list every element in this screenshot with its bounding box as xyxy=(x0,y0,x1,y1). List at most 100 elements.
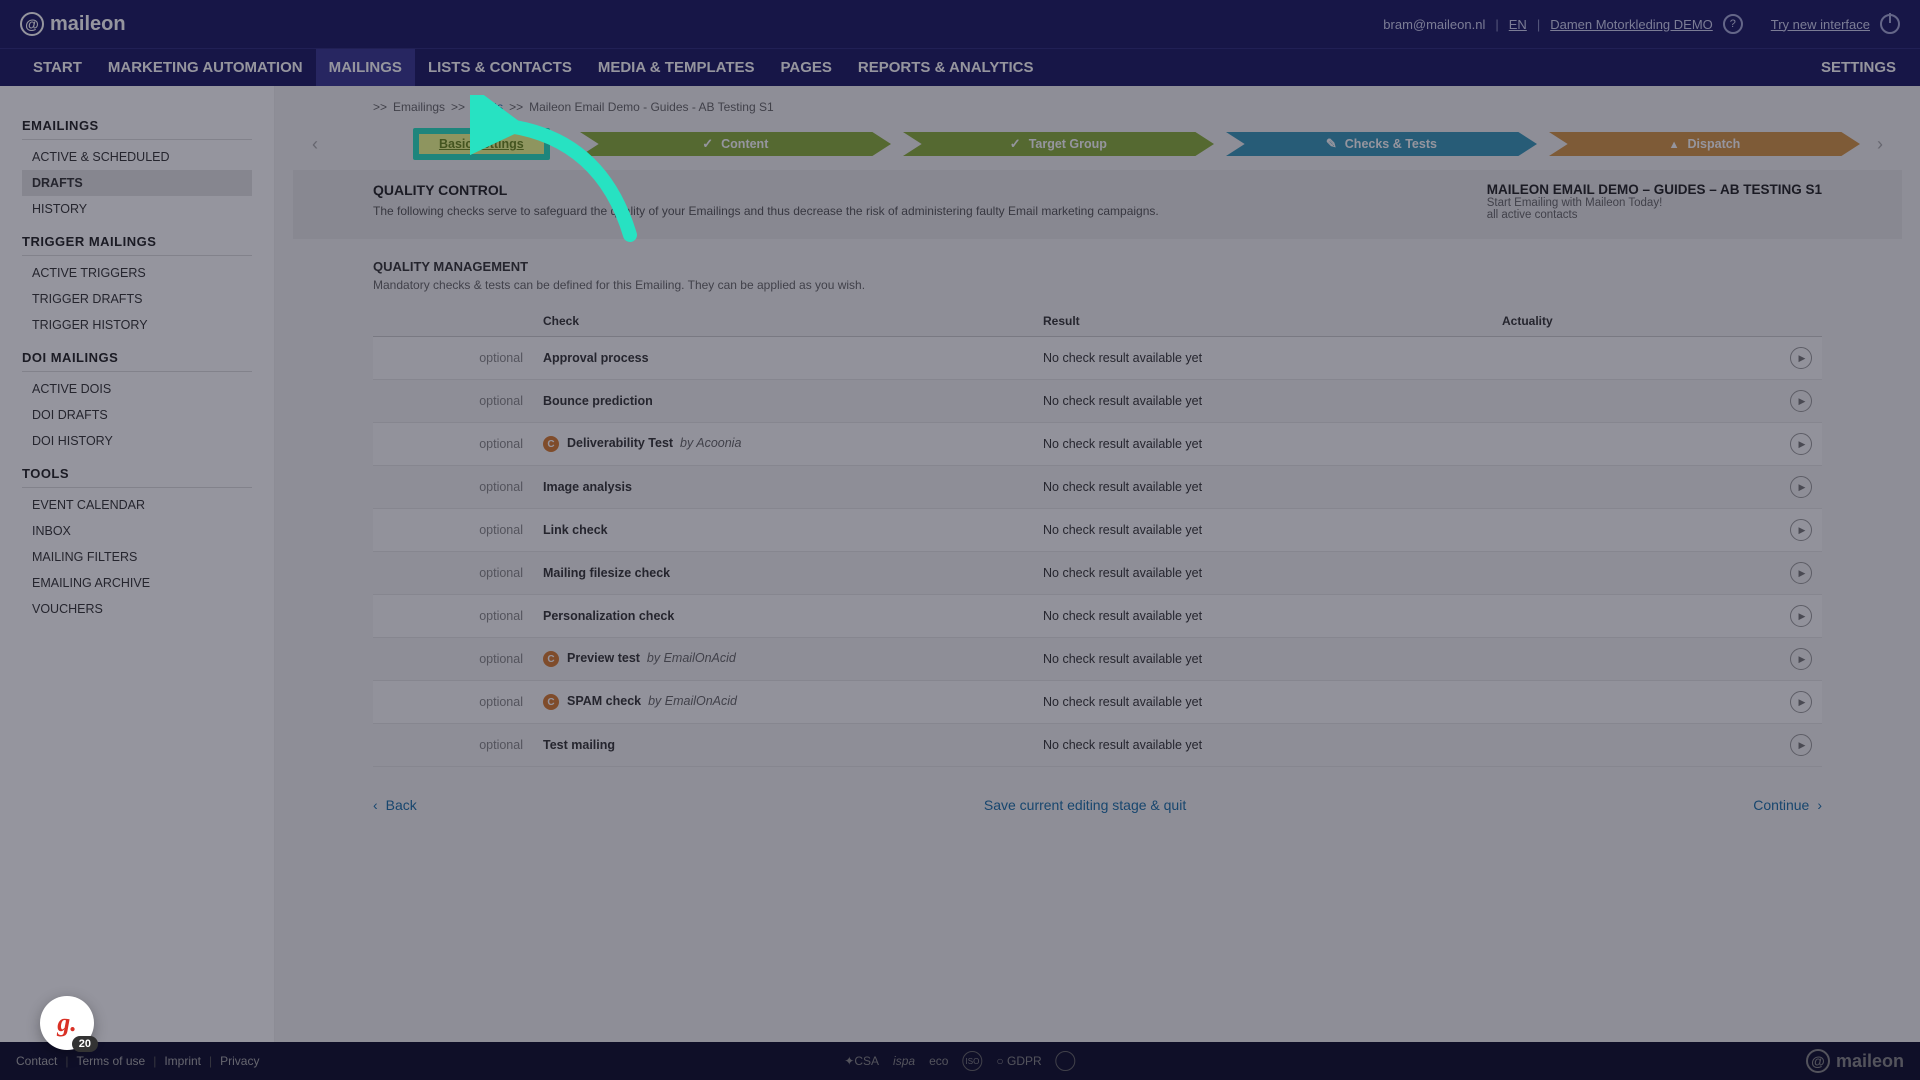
nav-pages[interactable]: PAGES xyxy=(768,49,845,86)
step-dispatch[interactable]: Dispatch xyxy=(1549,132,1860,156)
save-quit-button[interactable]: Save current editing stage & quit xyxy=(984,797,1186,813)
footer-contact[interactable]: Contact xyxy=(16,1054,57,1068)
table-row: optionalPersonalization checkNo check re… xyxy=(373,595,1822,638)
run-check-button[interactable] xyxy=(1790,562,1812,584)
optional-label: optional xyxy=(373,423,533,466)
step-basic-settings[interactable]: Basic settings xyxy=(413,128,550,160)
main-nav: START MARKETING AUTOMATION MAILINGS LIST… xyxy=(0,48,1920,86)
user-email: bram@maileon.nl xyxy=(1383,17,1485,32)
check-result: No check result available yet xyxy=(1033,681,1492,724)
page: EMAILINGS ACTIVE & SCHEDULED DRAFTS HIST… xyxy=(0,86,1920,1042)
table-row: optionalBounce predictionNo check result… xyxy=(373,380,1822,423)
side-heading-trigger: TRIGGER MAILINGS xyxy=(22,222,252,256)
panel-header: QUALITY CONTROL The following checks ser… xyxy=(293,170,1902,239)
cert-ispa: ispa xyxy=(893,1054,915,1068)
sidebar-item-active-dois[interactable]: ACTIVE DOIS xyxy=(22,376,252,402)
run-check-button[interactable] xyxy=(1790,476,1812,498)
nav-start[interactable]: START xyxy=(20,49,95,86)
check-icon xyxy=(1010,136,1021,152)
step-basic-settings-label[interactable]: Basic settings xyxy=(439,137,524,151)
sidebar-item-active-triggers[interactable]: ACTIVE TRIGGERS xyxy=(22,260,252,286)
nav-mailings[interactable]: MAILINGS xyxy=(316,49,415,86)
quality-management: QUALITY MANAGEMENT Mandatory checks & te… xyxy=(293,259,1902,767)
lang-link[interactable]: EN xyxy=(1509,17,1527,32)
run-check-button[interactable] xyxy=(1790,605,1812,627)
account-link[interactable]: Damen Motorkleding DEMO xyxy=(1550,17,1713,32)
cert-eco: eco xyxy=(929,1054,948,1068)
check-name: Personalization check xyxy=(533,595,1033,638)
nav-media[interactable]: MEDIA & TEMPLATES xyxy=(585,49,768,86)
cost-badge-icon: C xyxy=(543,651,559,667)
grammarly-badge[interactable]: g.20 xyxy=(40,996,94,1050)
sidebar-item-history[interactable]: HISTORY xyxy=(22,196,252,222)
nav-reports[interactable]: REPORTS & ANALYTICS xyxy=(845,49,1047,86)
logo-icon: @ xyxy=(20,12,44,36)
warning-icon xyxy=(1669,137,1680,151)
side-heading-doi: DOI MAILINGS xyxy=(22,338,252,372)
sidebar-item-trigger-drafts[interactable]: TRIGGER DRAFTS xyxy=(22,286,252,312)
step-target-group[interactable]: Target Group xyxy=(903,132,1214,156)
check-actuality xyxy=(1492,466,1772,509)
step-content[interactable]: Content xyxy=(580,132,891,156)
run-check-button[interactable] xyxy=(1790,433,1812,455)
table-row: optionalCDeliverability Test by AcooniaN… xyxy=(373,423,1822,466)
sidebar-item-emailing-archive[interactable]: EMAILING ARCHIVE xyxy=(22,570,252,596)
optional-label: optional xyxy=(373,509,533,552)
optional-label: optional xyxy=(373,552,533,595)
nav-lists[interactable]: LISTS & CONTACTS xyxy=(415,49,585,86)
step-next-arrow[interactable]: › xyxy=(1872,134,1888,155)
run-check-button[interactable] xyxy=(1790,734,1812,756)
side-heading-emailings: EMAILINGS xyxy=(22,106,252,140)
optional-label: optional xyxy=(373,466,533,509)
pencil-icon xyxy=(1326,136,1337,152)
content: >> Emailings >> Drafts >> Maileon Email … xyxy=(275,86,1920,1042)
run-check-button[interactable] xyxy=(1790,347,1812,369)
sidebar-item-inbox[interactable]: INBOX xyxy=(22,518,252,544)
sidebar-item-doi-history[interactable]: DOI HISTORY xyxy=(22,428,252,454)
power-icon[interactable] xyxy=(1880,14,1900,34)
sidebar-item-doi-drafts[interactable]: DOI DRAFTS xyxy=(22,402,252,428)
cert-gdpr: ○ GDPR xyxy=(996,1054,1041,1068)
logo-icon: @ xyxy=(1806,1049,1830,1073)
topbar: @ maileon bram@maileon.nl | EN | Damen M… xyxy=(0,0,1920,48)
sidebar-item-vouchers[interactable]: VOUCHERS xyxy=(22,596,252,622)
check-actuality xyxy=(1492,380,1772,423)
mailing-title: MAILEON EMAIL DEMO – GUIDES – AB TESTING… xyxy=(1487,182,1822,197)
run-check-button[interactable] xyxy=(1790,390,1812,412)
footer-terms[interactable]: Terms of use xyxy=(76,1054,145,1068)
run-check-button[interactable] xyxy=(1790,519,1812,541)
crumb-drafts[interactable]: Drafts xyxy=(471,100,503,114)
sidebar-item-trigger-history[interactable]: TRIGGER HISTORY xyxy=(22,312,252,338)
check-result: No check result available yet xyxy=(1033,509,1492,552)
mailing-subject: Start Emailing with Maileon Today! xyxy=(1487,197,1822,209)
crumb-emailings: Emailings xyxy=(393,100,445,114)
check-actuality xyxy=(1492,681,1772,724)
sidebar-item-event-calendar[interactable]: EVENT CALENDAR xyxy=(22,492,252,518)
continue-button[interactable]: Continue› xyxy=(1753,797,1822,813)
step-prev-arrow[interactable]: ‹ xyxy=(307,134,323,155)
nav-automation[interactable]: MARKETING AUTOMATION xyxy=(95,49,316,86)
sidebar-item-mailing-filters[interactable]: MAILING FILTERS xyxy=(22,544,252,570)
cost-badge-icon: C xyxy=(543,436,559,452)
sidebar-item-active-scheduled[interactable]: ACTIVE & SCHEDULED xyxy=(22,144,252,170)
brand-logo[interactable]: @ maileon xyxy=(20,12,126,36)
step-checks-tests[interactable]: Checks & Tests xyxy=(1226,132,1537,156)
check-result: No check result available yet xyxy=(1033,595,1492,638)
optional-label: optional xyxy=(373,724,533,767)
try-new-link[interactable]: Try new interface xyxy=(1771,17,1870,32)
grammarly-count: 20 xyxy=(72,1036,98,1052)
help-icon[interactable]: ? xyxy=(1723,14,1743,34)
qm-heading: QUALITY MANAGEMENT xyxy=(373,259,1822,274)
footer-imprint[interactable]: Imprint xyxy=(164,1054,201,1068)
chevron-right-icon: › xyxy=(1817,797,1822,813)
run-check-button[interactable] xyxy=(1790,648,1812,670)
nav-settings[interactable]: SETTINGS xyxy=(1821,49,1900,86)
check-result: No check result available yet xyxy=(1033,466,1492,509)
run-check-button[interactable] xyxy=(1790,691,1812,713)
sidebar-item-drafts[interactable]: DRAFTS xyxy=(22,170,252,196)
footer-privacy[interactable]: Privacy xyxy=(220,1054,259,1068)
optional-label: optional xyxy=(373,595,533,638)
check-name: Bounce prediction xyxy=(533,380,1033,423)
check-actuality xyxy=(1492,595,1772,638)
back-button[interactable]: ‹Back xyxy=(373,797,417,813)
